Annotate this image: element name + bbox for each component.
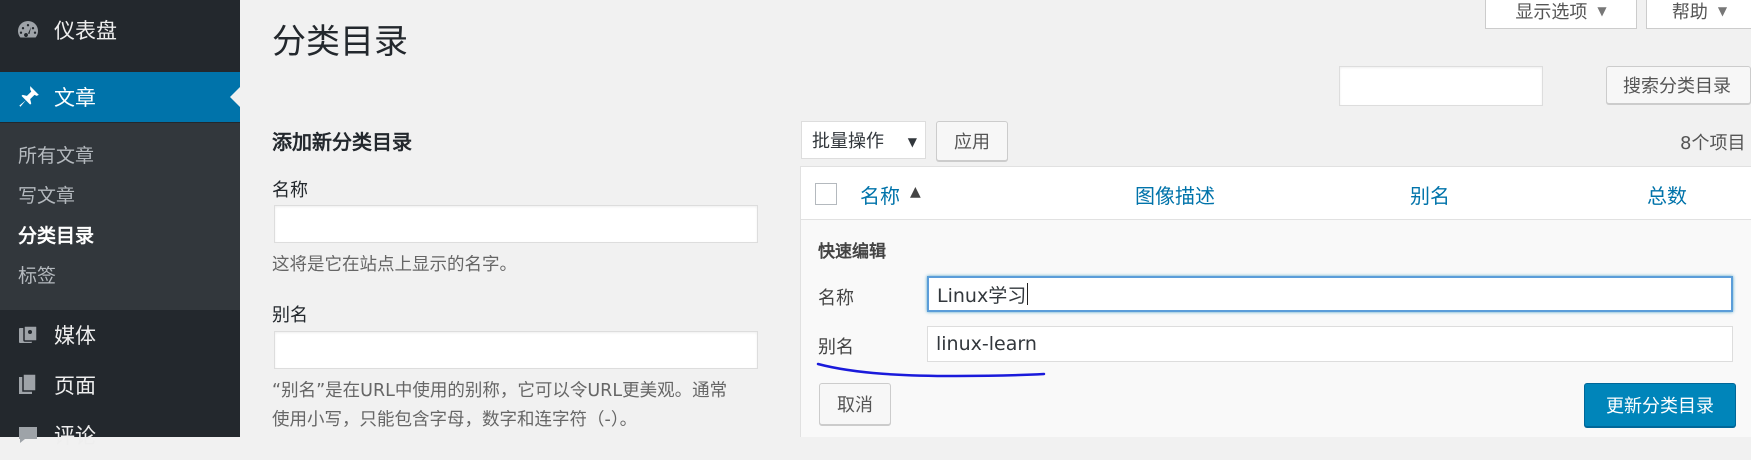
- admin-sidebar: 仪表盘 文章 所有文章 写文章 分类目录 标签 媒体 页面 评论: [0, 0, 240, 448]
- screen-options-button[interactable]: 显示选项 ▼: [1485, 0, 1637, 29]
- caret-down-icon: ▼: [1597, 4, 1607, 18]
- column-description[interactable]: 图像描述: [1135, 180, 1215, 209]
- menu-dashboard-label: 仪表盘: [54, 19, 117, 43]
- quick-edit-slug-input[interactable]: linux-learn: [927, 326, 1733, 362]
- help-button[interactable]: 帮助 ▼: [1646, 0, 1751, 29]
- sort-ascending-icon: ▲: [910, 184, 921, 200]
- table-header: [800, 166, 1751, 220]
- cancel-button[interactable]: 取消: [819, 383, 891, 425]
- menu-pages-label: 页面: [54, 374, 96, 398]
- slug-label: 别名: [272, 305, 308, 326]
- select-all-checkbox[interactable]: [815, 183, 837, 205]
- posts-submenu: 所有文章 写文章 分类目录 标签: [0, 123, 240, 310]
- annotation-underline: [816, 362, 1046, 378]
- screen-options-label: 显示选项: [1515, 2, 1588, 23]
- submenu-all-posts[interactable]: 所有文章: [18, 141, 94, 168]
- media-icon: [14, 321, 42, 349]
- apply-button[interactable]: 应用: [936, 121, 1008, 161]
- text-cursor: [1027, 283, 1029, 305]
- menu-dashboard[interactable]: 仪表盘: [0, 5, 240, 55]
- quick-edit-slug-value: linux-learn: [936, 333, 1037, 355]
- name-hint: 这将是它在站点上显示的名字。: [272, 255, 517, 275]
- add-category-heading: 添加新分类目录: [272, 130, 412, 154]
- quick-edit-name-label: 名称: [818, 288, 854, 309]
- menu-comments-label: 评论: [54, 424, 96, 448]
- pin-icon: [14, 83, 42, 111]
- bulk-action-value: 批量操作: [812, 131, 884, 152]
- column-name[interactable]: 名称: [860, 180, 900, 209]
- comment-icon: [14, 421, 42, 449]
- caret-down-icon: ▼: [1717, 4, 1728, 18]
- slug-hint-line-1: “别名”是在URL中使用的别称，它可以令URL更美观。通常: [272, 381, 728, 401]
- slug-input[interactable]: [274, 331, 758, 369]
- column-count[interactable]: 总数: [1647, 180, 1687, 209]
- item-count: 8个项目: [1680, 133, 1746, 154]
- help-label: 帮助: [1671, 2, 1708, 23]
- search-categories-button[interactable]: 搜索分类目录: [1606, 66, 1751, 104]
- name-label: 名称: [272, 180, 308, 201]
- menu-comments[interactable]: 评论: [0, 410, 240, 460]
- slug-hint-line-2: 使用小写，只能包含字母，数字和连字符（-）。: [272, 410, 638, 430]
- quick-edit-name-input[interactable]: Linux学习: [927, 276, 1733, 312]
- name-input[interactable]: [274, 205, 758, 243]
- page-title: 分类目录: [272, 22, 408, 62]
- menu-posts-label: 文章: [54, 86, 96, 110]
- submenu-categories[interactable]: 分类目录: [18, 221, 94, 248]
- quick-edit-title: 快速编辑: [818, 242, 886, 262]
- search-input[interactable]: [1339, 66, 1543, 106]
- dashboard-icon: [14, 16, 42, 44]
- menu-pages[interactable]: 页面: [0, 360, 240, 410]
- quick-edit-name-value: Linux学习: [937, 284, 1027, 307]
- page-icon: [14, 371, 42, 399]
- menu-media[interactable]: 媒体: [0, 310, 240, 360]
- menu-media-label: 媒体: [54, 324, 96, 348]
- submenu-new-post[interactable]: 写文章: [18, 181, 75, 208]
- submenu-tags[interactable]: 标签: [18, 261, 56, 288]
- bulk-action-select[interactable]: 批量操作 ▼: [801, 121, 926, 159]
- update-category-button[interactable]: 更新分类目录: [1584, 383, 1736, 427]
- caret-down-icon: ▼: [907, 135, 917, 149]
- quick-edit-slug-label: 别名: [818, 337, 854, 358]
- menu-posts[interactable]: 文章: [0, 72, 240, 122]
- column-slug[interactable]: 别名: [1410, 180, 1450, 209]
